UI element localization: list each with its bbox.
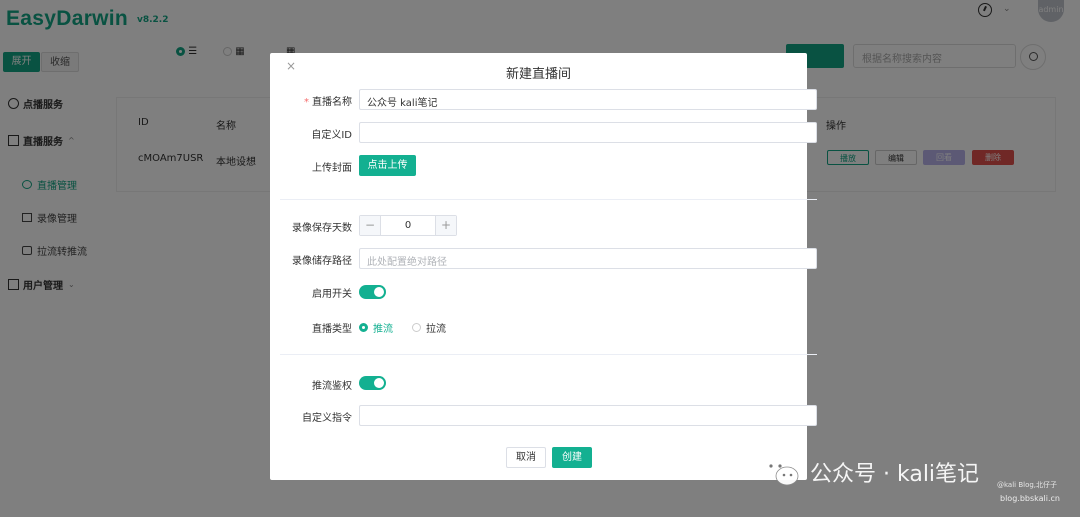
retention-value[interactable]: 0: [381, 216, 435, 235]
storage-path-field[interactable]: 此处配置绝对路径: [359, 248, 817, 269]
custom-id-label: 自定义ID: [311, 130, 352, 141]
create-button[interactable]: 创建: [552, 447, 592, 468]
auth-label: 推流鉴权: [312, 381, 352, 392]
storage-label: 录像储存路径: [292, 256, 352, 267]
name-field[interactable]: 公众号 kali笔记: [359, 89, 817, 110]
app-window: EasyDarwin v8.2.2 ⌄ admin 展开 收缩 点播服务 直播服…: [0, 0, 1080, 517]
wechat-icon: [763, 458, 799, 486]
dialog-title: 新建直播间: [505, 67, 571, 82]
upload-cover-button[interactable]: 点击上传: [359, 155, 416, 176]
watermark-blog: @kali Blog,北仔子: [997, 481, 1058, 489]
radio-icon: [359, 323, 368, 332]
custom-command-field[interactable]: [359, 405, 817, 426]
create-live-dialog: 新建直播间 × * 直播名称 公众号 kali笔记 自定义ID 上传封面 点击上传…: [270, 53, 817, 480]
type-push-radio[interactable]: 推流: [359, 320, 393, 335]
type-pull-radio[interactable]: 拉流: [412, 320, 446, 335]
name-label: * 直播名称: [304, 97, 352, 108]
divider: [280, 354, 817, 355]
retention-label: 录像保存天数: [292, 223, 352, 234]
retention-stepper[interactable]: − 0 +: [359, 215, 457, 236]
decrement-button[interactable]: −: [360, 216, 381, 235]
enable-label: 启用开关: [312, 289, 352, 300]
increment-button[interactable]: +: [435, 216, 456, 235]
watermark-url: blog.bbskali.cn: [1000, 494, 1060, 503]
enable-switch[interactable]: [359, 285, 386, 299]
radio-icon: [412, 323, 421, 332]
custom-id-field[interactable]: [359, 122, 817, 143]
cover-label: 上传封面: [312, 163, 352, 174]
cmd-label: 自定义指令: [302, 413, 352, 424]
auth-switch[interactable]: [359, 376, 386, 390]
divider: [280, 199, 817, 200]
cancel-button[interactable]: 取消: [506, 447, 546, 468]
watermark-text: 公众号 · kali笔记: [810, 462, 980, 487]
type-label: 直播类型: [312, 324, 352, 335]
